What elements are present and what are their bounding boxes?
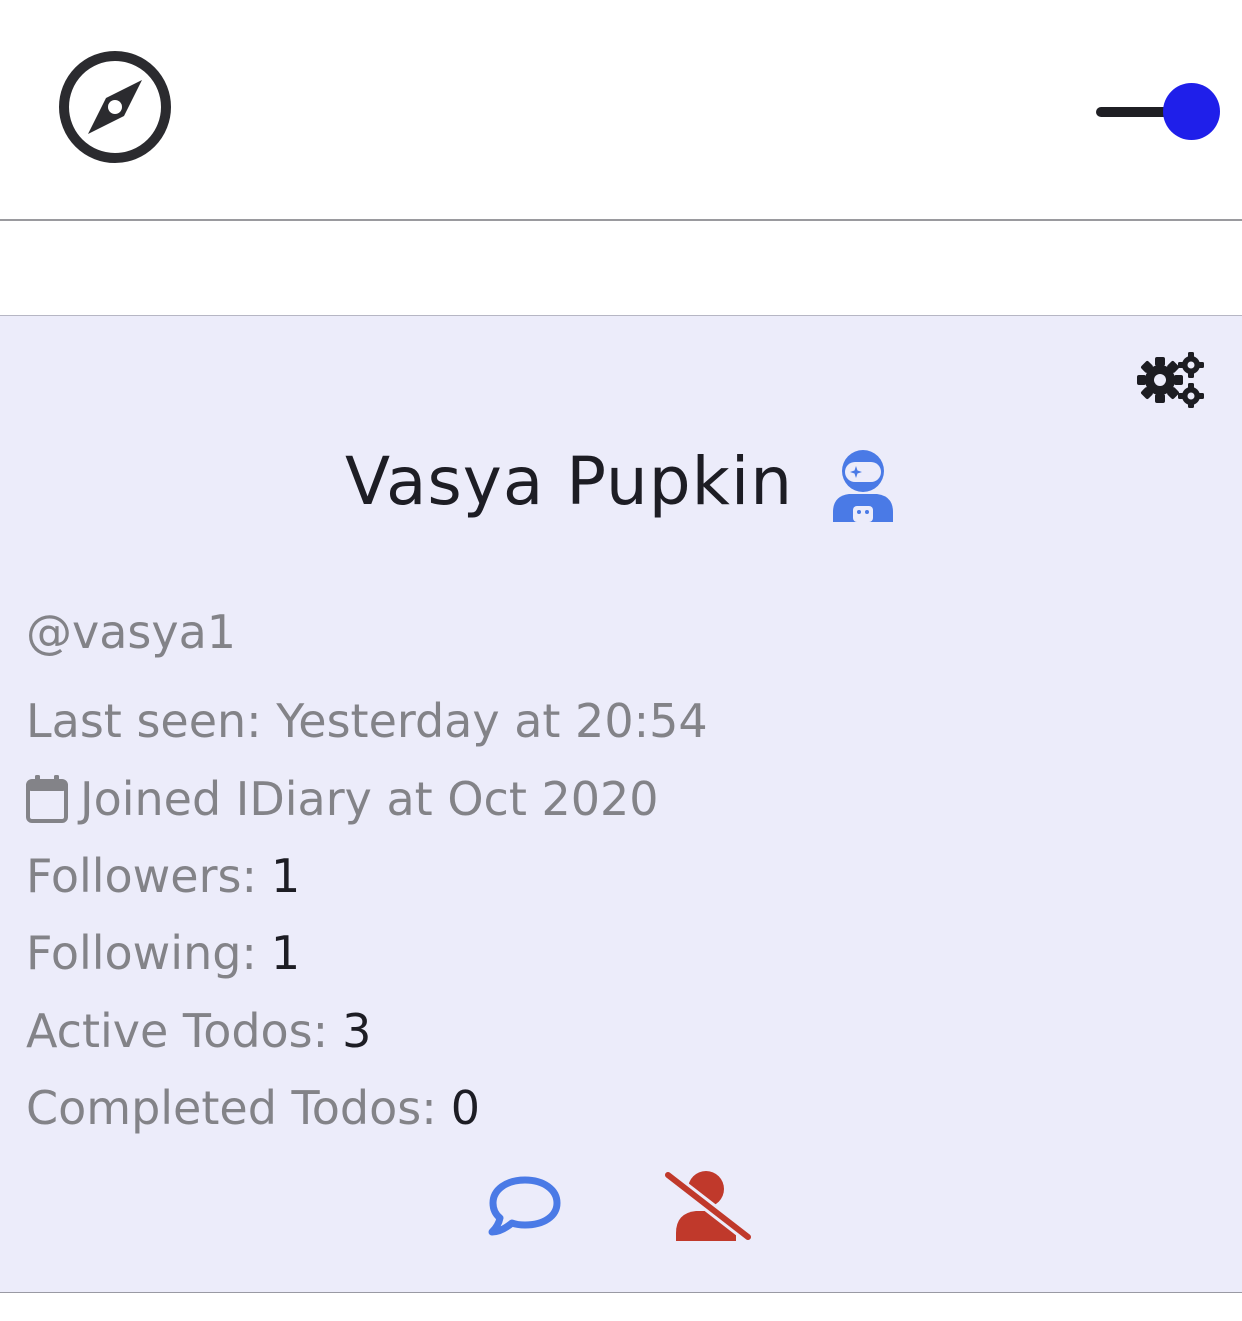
- compass-icon[interactable]: [58, 50, 172, 164]
- following-stat: Following: 1: [26, 930, 300, 976]
- theme-toggle[interactable]: [1096, 82, 1222, 142]
- completed-todos-label: Completed Todos:: [26, 1081, 437, 1135]
- followers-label: Followers:: [26, 849, 257, 903]
- joined-date: Joined IDiary at Oct 2020: [26, 775, 659, 823]
- following-count: 1: [270, 926, 301, 980]
- top-bar: [0, 0, 1242, 221]
- profile-name: Vasya Pupkin: [344, 442, 794, 520]
- calendar-icon: [26, 775, 68, 823]
- chat-bubble-icon[interactable]: [488, 1174, 562, 1238]
- active-todos-stat: Active Todos: 3: [26, 1008, 371, 1054]
- followers-stat: Followers: 1: [26, 853, 300, 899]
- last-seen: Last seen: Yesterday at 20:54: [26, 694, 708, 748]
- astronaut-icon: [829, 446, 897, 522]
- completed-todos-stat: Completed Todos: 0: [26, 1085, 480, 1131]
- active-todos-label: Active Todos:: [26, 1004, 329, 1058]
- joined-text: Joined IDiary at Oct 2020: [80, 772, 659, 826]
- gears-icon[interactable]: [1134, 352, 1206, 408]
- completed-todos-count: 0: [450, 1081, 481, 1135]
- active-todos-count: 3: [342, 1004, 372, 1058]
- following-label: Following:: [26, 926, 257, 980]
- username-handle: @vasya1: [26, 605, 237, 659]
- followers-count: 1: [270, 849, 301, 903]
- toggle-knob: [1163, 83, 1220, 140]
- user-slash-icon[interactable]: [662, 1169, 754, 1243]
- profile-name-row: Vasya Pupkin: [0, 436, 1242, 526]
- profile-card: Vasya Pupkin @vasya1 Last seen: Yesterda…: [0, 315, 1242, 1293]
